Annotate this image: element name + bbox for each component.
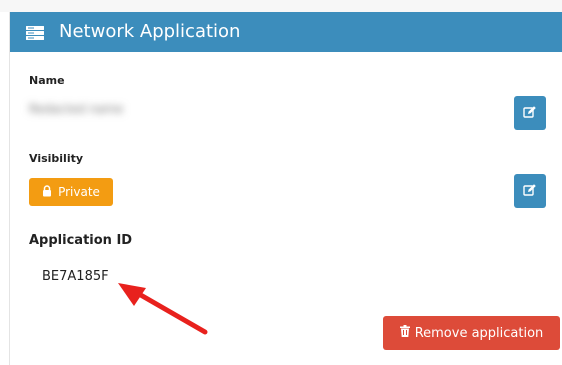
edit-visibility-button[interactable]	[514, 174, 546, 208]
application-id-label: Application ID	[29, 233, 133, 248]
name-label: Name	[29, 74, 65, 87]
card-title: Network Application	[59, 21, 241, 42]
edit-icon	[523, 182, 537, 201]
name-value-obscured: Redacted name	[29, 102, 124, 116]
remove-application-label: Remove application	[414, 325, 544, 341]
application-id-value: BE7A185F	[42, 269, 109, 284]
page: Network Application Name Redacted name V…	[0, 0, 562, 365]
annotation-arrow	[118, 283, 208, 335]
lock-icon	[42, 184, 52, 200]
visibility-label: Visibility	[29, 152, 84, 165]
edit-icon	[523, 104, 537, 123]
card-header: Network Application	[10, 12, 562, 52]
trash-icon	[399, 325, 410, 341]
visibility-value: Private	[58, 185, 100, 199]
top-strip	[0, 0, 562, 12]
server-icon	[26, 25, 44, 40]
remove-application-button[interactable]: Remove application	[383, 316, 560, 350]
network-application-card: Network Application Name Redacted name V…	[9, 12, 562, 365]
edit-name-button[interactable]	[514, 96, 546, 130]
visibility-badge-private[interactable]: Private	[29, 178, 113, 206]
